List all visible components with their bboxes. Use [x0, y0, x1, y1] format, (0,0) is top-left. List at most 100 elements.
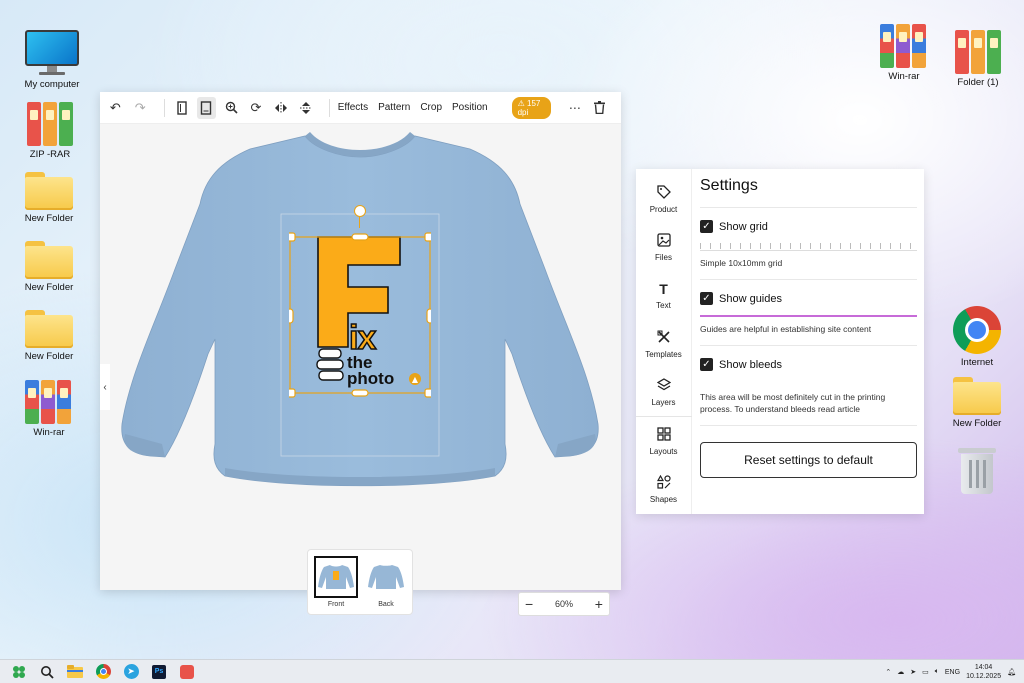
tray-chevron-up-icon[interactable]: ⌃ — [885, 668, 891, 676]
zoom-in-button[interactable]: + — [595, 596, 603, 612]
rail-item-layers[interactable]: Layers — [636, 368, 692, 416]
show-grid-checkbox[interactable]: ✓ Show grid — [700, 220, 917, 233]
reset-section: Reset settings to default — [700, 425, 917, 488]
design-canvas[interactable]: ‹ ▲ ix the photo Front Back − 60% + — [100, 124, 621, 616]
telegram-icon[interactable]: ➤ — [118, 661, 144, 683]
layouts-icon — [656, 427, 671, 445]
desktop-icon-label: New Folder — [24, 213, 74, 224]
start-menu-icon[interactable] — [6, 661, 32, 683]
rail-label: Layers — [651, 397, 676, 407]
desktop-icon-label: Win-rar — [33, 427, 65, 438]
desktop-icon-my-computer[interactable]: My computer — [17, 30, 87, 90]
flip-vertical-icon[interactable] — [296, 97, 315, 119]
page-icon[interactable] — [197, 96, 216, 119]
chrome-taskbar-icon[interactable] — [90, 661, 116, 683]
system-tray: ⌃ ☁ ➤ ▭ 🔈︎ ENG 14:04 10.12.2025 🔔︎ — [885, 660, 1016, 683]
rail-label: Text — [656, 301, 671, 311]
pattern-button[interactable]: Pattern — [378, 102, 410, 113]
thumbnail-front[interactable]: Front — [314, 556, 358, 608]
crop-button[interactable]: Crop — [420, 102, 442, 113]
rail-item-layouts[interactable]: Layouts — [636, 417, 692, 465]
more-options-icon[interactable]: ⋯ — [565, 97, 584, 119]
clock[interactable]: 14:04 10.12.2025 — [966, 663, 1001, 681]
flip-horizontal-icon[interactable] — [271, 97, 290, 119]
zoom-out-button[interactable]: − — [525, 596, 533, 612]
show-bleeds-label: Show bleeds — [719, 358, 782, 371]
guide-line-sample — [700, 315, 917, 317]
app-icon[interactable] — [174, 661, 200, 683]
undo-icon[interactable]: ↶ — [106, 97, 125, 119]
desktop-icon-new-folder-right[interactable]: New Folder — [942, 377, 1012, 429]
desktop-icon-folder-1[interactable]: Folder (1) — [943, 28, 1013, 88]
settings-content: Settings ✓ Show grid Simple 10x10mm grid… — [692, 169, 924, 514]
fit-width-icon[interactable] — [172, 97, 191, 119]
effects-button[interactable]: Effects — [338, 102, 368, 113]
logo-text-photo: photo — [347, 369, 395, 388]
desktop-icon-label: ZIP -RAR — [29, 149, 71, 160]
winrar-icon — [880, 22, 928, 68]
search-icon[interactable] — [34, 661, 60, 683]
svg-text:▲: ▲ — [412, 375, 419, 384]
volume-icon[interactable]: 🔈︎ — [935, 668, 939, 676]
tray-app-icon[interactable]: ☁ — [897, 668, 904, 676]
monitor-icon — [25, 30, 79, 76]
desktop-icon-label: My computer — [24, 79, 80, 90]
rail-label: Layouts — [649, 447, 678, 457]
folder-icon — [25, 172, 73, 210]
rail-item-text[interactable]: T Text — [636, 272, 692, 320]
dpi-warning-badge[interactable]: ⚠ 157 dpi — [511, 96, 552, 119]
rail-label: Templates — [645, 349, 682, 359]
redo-icon[interactable]: ↷ — [131, 97, 150, 119]
network-icon[interactable]: ▭ — [922, 668, 929, 676]
zoom-in-icon[interactable] — [222, 97, 241, 119]
show-guides-description: Guides are helpful in establishing site … — [700, 324, 872, 334]
photoshop-icon[interactable]: Ps — [146, 661, 172, 683]
toolbar-divider — [163, 98, 165, 117]
telegram-tray-icon[interactable]: ➤ — [910, 668, 916, 676]
thumbnail-back[interactable]: Back — [364, 556, 408, 608]
design-artwork[interactable]: ▲ ix the photo — [289, 229, 431, 402]
settings-title: Settings — [700, 177, 758, 194]
desktop-icon-winrar-right[interactable]: Win-rar — [869, 22, 939, 82]
desktop-icon-recycle-bin[interactable] — [942, 446, 1012, 494]
file-explorer-icon[interactable] — [62, 661, 88, 683]
rotate-handle[interactable] — [354, 205, 366, 217]
view-thumbnails: Front Back — [307, 549, 413, 615]
desktop-icon-zip-rar[interactable]: ZIP -RAR — [15, 100, 85, 160]
show-guides-checkbox[interactable]: ✓ Show guides — [700, 292, 917, 305]
notification-bell-icon[interactable]: 🔔︎ — [1007, 668, 1016, 676]
desktop-icon-label: Internet — [960, 357, 994, 368]
chrome-icon — [953, 306, 1001, 354]
logo-text-ix: ix — [348, 319, 377, 357]
desktop-icon-new-folder-2[interactable]: New Folder — [14, 241, 84, 293]
rail-label: Product — [649, 204, 678, 214]
desktop-icon-new-folder-3[interactable]: New Folder — [14, 310, 84, 362]
hand-icon — [316, 348, 344, 381]
clock-date: 10.12.2025 — [966, 673, 1002, 680]
show-bleeds-checkbox[interactable]: ✓ Show bleeds — [700, 358, 917, 371]
rail-item-shapes[interactable]: Shapes — [636, 466, 692, 514]
thumbnail-back-image — [364, 556, 408, 598]
rail-item-product[interactable]: Product — [636, 175, 692, 223]
image-icon — [656, 233, 671, 251]
language-indicator[interactable]: ENG — [945, 669, 960, 676]
thumbnail-front-image — [314, 556, 358, 598]
desktop-icon-internet[interactable]: Internet — [942, 306, 1012, 368]
delete-icon[interactable] — [590, 97, 609, 119]
show-grid-label: Show grid — [719, 220, 768, 233]
desktop-icon-new-folder-1[interactable]: New Folder — [14, 172, 84, 224]
desktop-icon-winrar[interactable]: Win-rar — [14, 378, 84, 438]
position-button[interactable]: Position — [452, 102, 488, 113]
reset-settings-button[interactable]: Reset settings to default — [700, 442, 917, 478]
grid-ruler — [700, 241, 917, 251]
rail-label: Shapes — [649, 495, 678, 505]
desktop-icon-label: New Folder — [24, 282, 74, 293]
rail-item-templates[interactable]: Templates — [636, 320, 692, 368]
rail-item-files[interactable]: Files — [636, 223, 692, 271]
archive-icon — [955, 28, 1001, 74]
trash-icon — [958, 446, 996, 494]
desktop-icon-label: New Folder — [952, 418, 1002, 429]
shapes-icon — [656, 475, 671, 493]
rotate-icon[interactable]: ⟳ — [247, 97, 266, 119]
rail-label: Files — [655, 252, 672, 262]
